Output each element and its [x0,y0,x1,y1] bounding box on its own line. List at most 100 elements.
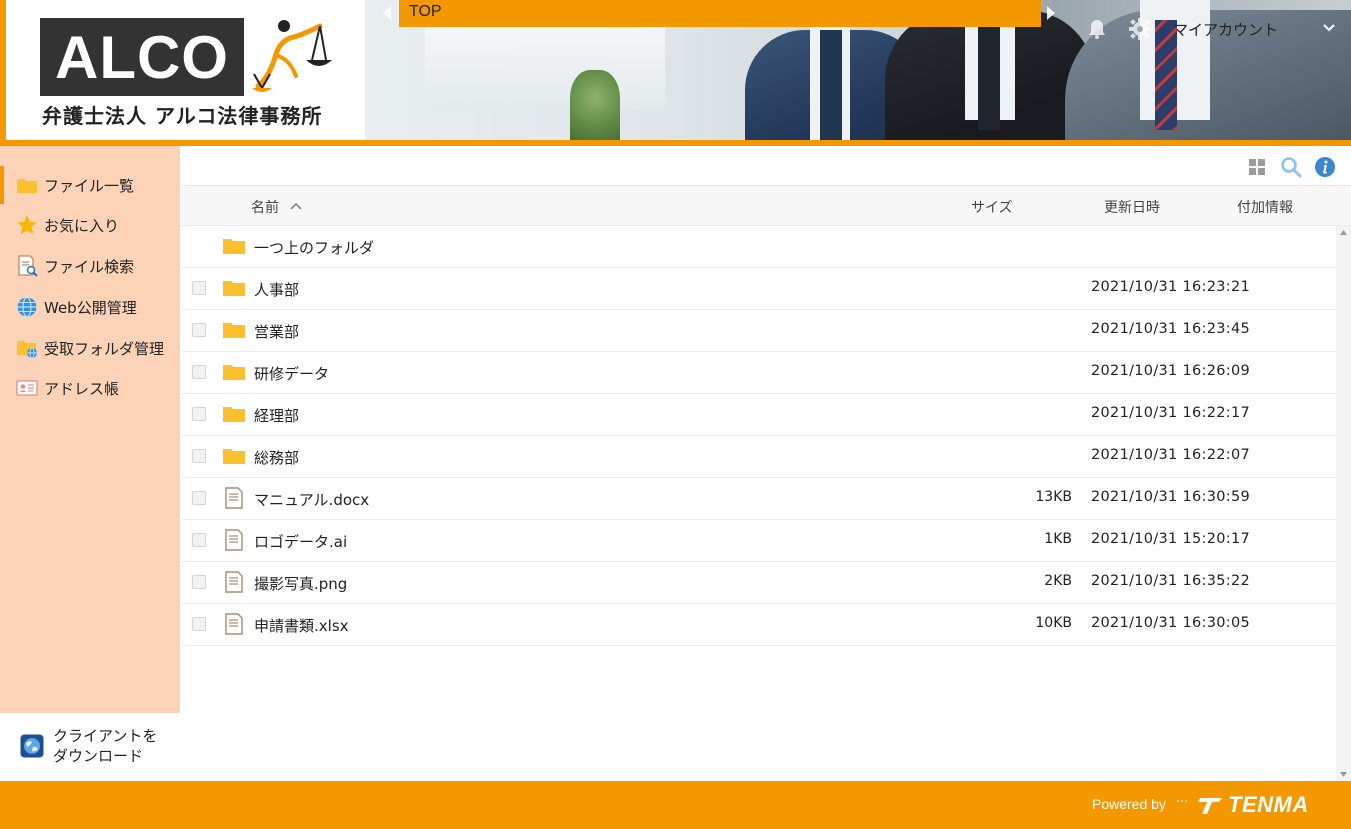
folder-row[interactable]: 人事部 2021/10/31 16:23:21 [181,268,1336,310]
row-name: ロゴデータ.ai [254,533,348,551]
powered-by-label: Powered by [1092,796,1166,812]
folder-row[interactable]: 経理部 2021/10/31 16:22:17 [181,394,1336,436]
sidebar-item-label: 受取フォルダ管理 [44,339,165,358]
sidebar-item-file-list[interactable]: ファイル一覧 [0,167,180,203]
row-updated: 2021/10/31 16:26:09 [1091,363,1251,379]
info-icon[interactable] [1314,156,1336,178]
row-checkbox[interactable] [192,533,206,547]
search-icon[interactable] [1280,156,1302,178]
file-row[interactable]: ロゴデータ.ai 1KB 2021/10/31 15:20:17 [181,520,1336,562]
row-checkbox[interactable] [192,575,206,589]
sidebar-item-receive-folder[interactable]: 受取フォルダ管理 [0,330,180,366]
row-updated: 2021/10/31 16:22:17 [1091,405,1251,421]
row-updated: 2021/10/31 16:35:22 [1091,573,1251,589]
row-updated: 2021/10/31 16:23:45 [1091,321,1251,337]
row-size: 1KB [1044,531,1072,547]
file-search-icon [18,255,38,277]
document-icon [225,571,243,593]
file-row[interactable]: 撮影写真.png 2KB 2021/10/31 16:35:22 [181,562,1336,604]
tenma-mark-icon [1198,798,1222,814]
row-checkbox[interactable] [192,281,206,295]
breadcrumb: TOP [399,0,1041,27]
folder-globe-icon [17,341,37,359]
document-icon [225,487,243,509]
row-updated: 2021/10/31 15:20:17 [1091,531,1251,547]
row-name: 総務部 [254,449,300,467]
breadcrumb-label[interactable]: TOP [409,3,442,21]
sidebar-item-address-book[interactable]: アドレス帳 [0,370,180,406]
row-checkbox[interactable] [192,617,206,631]
breadcrumb-next-icon[interactable] [1047,6,1055,20]
address-card-icon [16,380,38,396]
logo-mark: ALCO [40,18,244,96]
gear-icon[interactable] [1129,18,1151,40]
sort-ascending-icon[interactable] [289,202,303,211]
logo[interactable]: ALCO 弁護士法人 アルコ法律事務所 [0,0,365,140]
row-checkbox[interactable] [192,491,206,505]
folder-icon [223,449,245,464]
row-checkbox[interactable] [192,449,206,463]
grid-view-icon[interactable] [1246,156,1268,178]
column-updated[interactable]: 更新日時 [1104,197,1160,217]
header: ALCO 弁護士法人 アルコ法律事務所 TOP マイアカウント [0,0,1351,146]
sidebar-item-label: お気に入り [44,216,120,235]
row-name: 撮影写真.png [254,575,348,593]
client-download-label: クライアントを ダウンロード [53,726,157,766]
client-download-line2: ダウンロード [53,747,144,765]
row-name: マニュアル.docx [254,491,370,509]
folder-row[interactable]: 研修データ 2021/10/31 16:26:09 [181,352,1336,394]
row-checkbox[interactable] [192,407,206,421]
folder-icon [223,365,245,380]
scroll-down-icon[interactable] [1340,772,1347,777]
chevron-down-icon[interactable] [1322,22,1336,32]
breadcrumb-prev-icon[interactable] [383,6,391,20]
scroll-up-icon[interactable] [1340,230,1347,235]
scrollbar[interactable] [1336,226,1351,781]
sidebar-item-favorites[interactable]: お気に入り [0,207,180,243]
my-account-link[interactable]: マイアカウント [1173,19,1278,40]
folder-icon [223,281,245,296]
row-updated: 2021/10/31 16:30:59 [1091,489,1251,505]
sidebar-item-file-search[interactable]: ファイル検索 [0,248,180,284]
powered-by-dots: ··· [1176,795,1189,810]
sidebar-item-web-publish[interactable]: Web公開管理 [0,289,180,325]
folder-icon [17,179,37,193]
parent-folder-label: 一つ上のフォルダ [254,239,375,257]
column-extra-info[interactable]: 付加情報 [1237,197,1293,217]
parent-folder-row[interactable]: 一つ上のフォルダ [181,226,1336,268]
row-name: 経理部 [254,407,300,425]
row-checkbox[interactable] [192,365,206,379]
document-icon [225,529,243,551]
folder-row[interactable]: 営業部 2021/10/31 16:23:45 [181,310,1336,352]
tenma-logo[interactable]: TENMA [1198,790,1309,820]
folder-icon [223,407,245,422]
row-size: 10KB [1035,615,1072,631]
scales-emblem-icon [252,20,332,92]
file-row[interactable]: マニュアル.docx 13KB 2021/10/31 16:30:59 [181,478,1336,520]
row-updated: 2021/10/31 16:22:07 [1091,447,1251,463]
globe-icon [17,296,37,318]
client-download-line1: クライアントを [53,727,158,745]
sidebar-item-label: ファイル一覧 [44,176,135,195]
logo-text: ALCO [55,24,229,91]
folder-icon [223,323,245,338]
row-checkbox[interactable] [192,323,206,337]
file-row[interactable]: 申請書類.xlsx 10KB 2021/10/31 16:30:05 [181,604,1336,646]
file-list-panel: 名前 サイズ 更新日時 付加情報 一つ上のフォルダ 人事部 2021/10/31 … [181,146,1351,781]
row-name: 申請書類.xlsx [254,617,349,635]
tenma-brand-text: TENMA [1228,792,1309,817]
column-header: 名前 サイズ 更新日時 付加情報 [181,186,1351,226]
folder-icon [223,239,245,254]
bell-icon[interactable] [1086,18,1108,40]
row-size: 13KB [1035,489,1072,505]
column-name[interactable]: 名前 [251,197,279,217]
client-download-button[interactable]: クライアントを ダウンロード [0,713,180,781]
client-globe-icon [20,734,44,758]
folder-row[interactable]: 総務部 2021/10/31 16:22:07 [181,436,1336,478]
column-size[interactable]: サイズ [971,197,1013,217]
row-updated: 2021/10/31 16:23:21 [1091,279,1251,295]
footer: Powered by ··· TENMA [0,781,1351,829]
logo-subtitle: 弁護士法人 アルコ法律事務所 [42,104,323,128]
row-name: 営業部 [254,323,300,341]
row-size: 2KB [1044,573,1072,589]
